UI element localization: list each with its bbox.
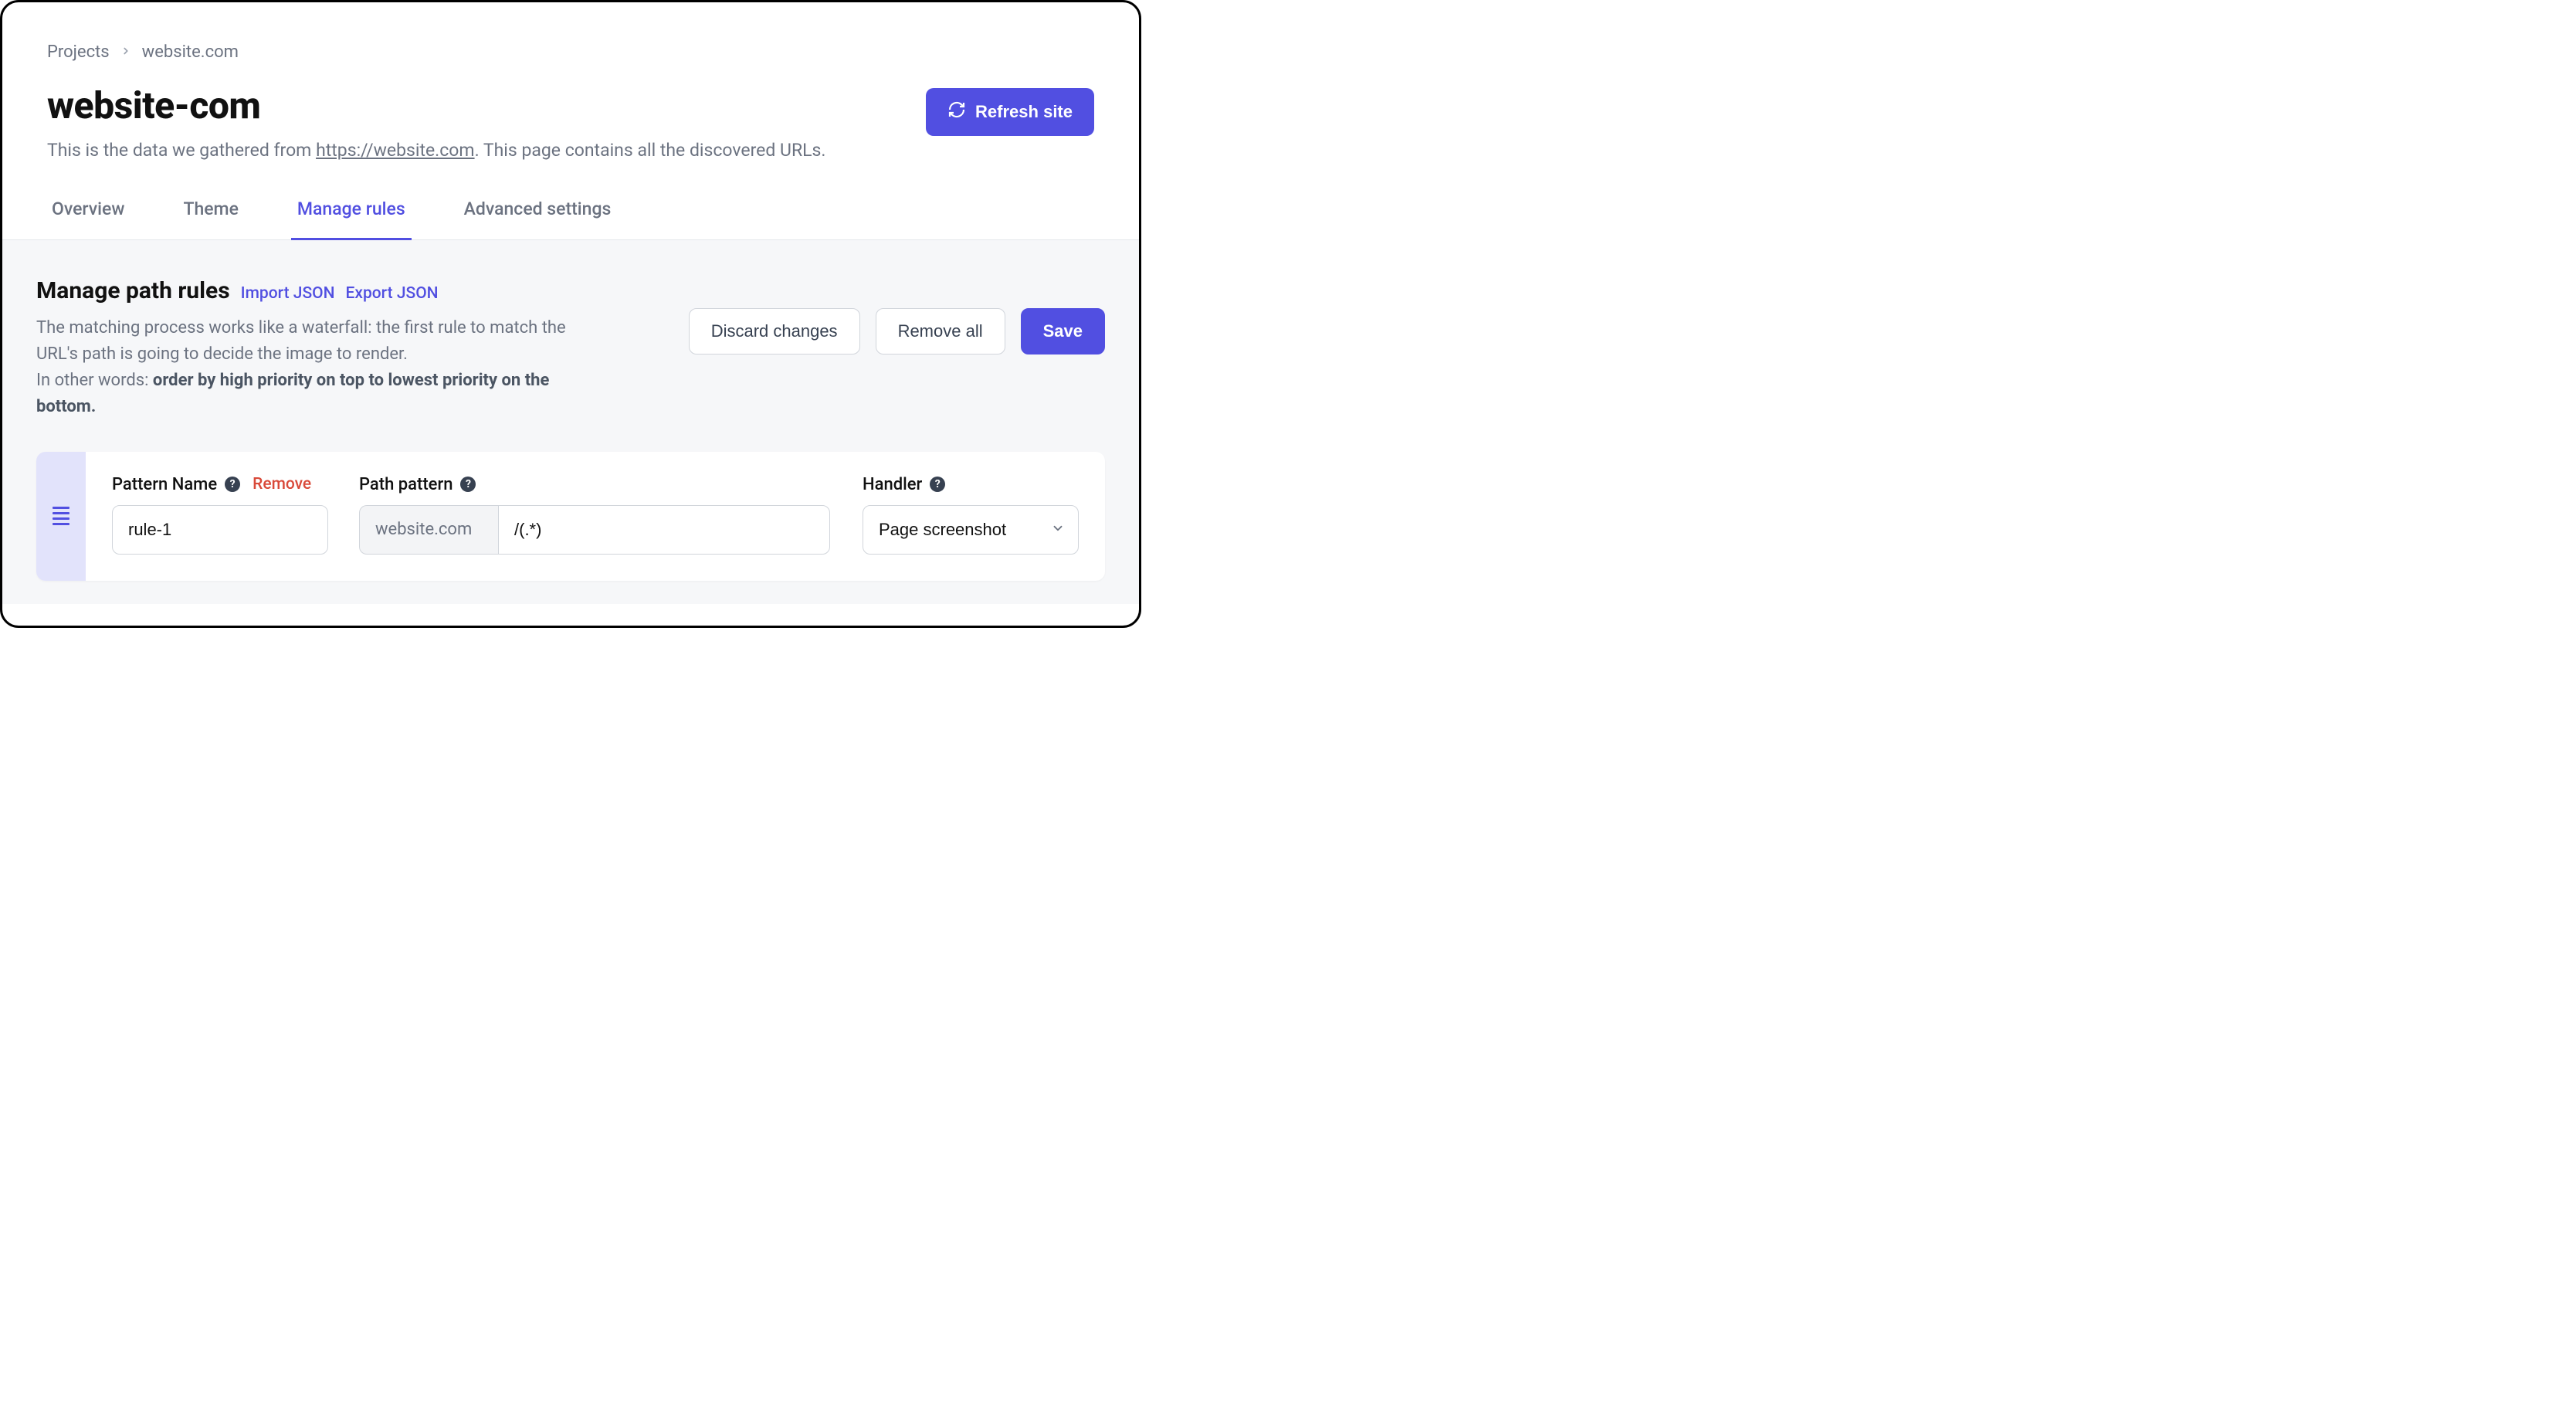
tab-advanced-settings[interactable]: Advanced settings: [459, 197, 616, 239]
handler-select[interactable]: Page screenshot: [863, 505, 1079, 555]
tab-manage-rules[interactable]: Manage rules: [293, 197, 410, 239]
remove-rule-link[interactable]: Remove: [253, 475, 311, 494]
manage-rules-panel: Manage path rules Import JSON Export JSO…: [2, 240, 1139, 603]
remove-all-button[interactable]: Remove all: [876, 308, 1005, 354]
chevron-right-icon: [120, 44, 131, 60]
drag-handle-icon: [53, 507, 69, 525]
refresh-site-button[interactable]: Refresh site: [926, 88, 1094, 136]
tab-overview[interactable]: Overview: [47, 197, 129, 239]
drag-handle[interactable]: [36, 452, 86, 581]
breadcrumb-current[interactable]: website.com: [142, 42, 239, 62]
source-url-link[interactable]: https://website.com: [316, 140, 475, 161]
refresh-site-label: Refresh site: [975, 102, 1073, 122]
rule-row: Pattern Name ? Remove Path pattern ? web…: [36, 452, 1105, 581]
handler-label: Handler: [863, 475, 922, 494]
handler-field: Handler ? Page screenshot: [863, 475, 1079, 555]
path-pattern-label: Path pattern: [359, 475, 452, 494]
pattern-name-label: Pattern Name: [112, 475, 217, 494]
page-title: website-com: [47, 83, 825, 127]
help-icon[interactable]: ?: [225, 477, 240, 492]
refresh-icon: [947, 100, 966, 124]
page-subtitle: This is the data we gathered from https:…: [47, 138, 825, 163]
export-json-link[interactable]: Export JSON: [346, 284, 439, 303]
discard-changes-button[interactable]: Discard changes: [689, 308, 860, 354]
path-pattern-input[interactable]: [498, 505, 830, 555]
help-icon[interactable]: ?: [460, 477, 476, 492]
breadcrumb: Projects website.com: [47, 42, 1094, 62]
path-pattern-field: Path pattern ? website.com: [359, 475, 830, 555]
help-icon[interactable]: ?: [930, 477, 945, 492]
tab-theme[interactable]: Theme: [178, 197, 242, 239]
save-button[interactable]: Save: [1021, 308, 1105, 354]
breadcrumb-projects[interactable]: Projects: [47, 42, 110, 62]
import-json-link[interactable]: Import JSON: [241, 284, 335, 303]
pattern-name-input[interactable]: [112, 505, 328, 555]
tabs: Overview Theme Manage rules Advanced set…: [2, 197, 1139, 240]
domain-prefix: website.com: [359, 505, 498, 555]
panel-title: Manage path rules: [36, 277, 230, 304]
pattern-name-field: Pattern Name ? Remove: [112, 475, 328, 555]
panel-description: The matching process works like a waterf…: [36, 315, 608, 420]
